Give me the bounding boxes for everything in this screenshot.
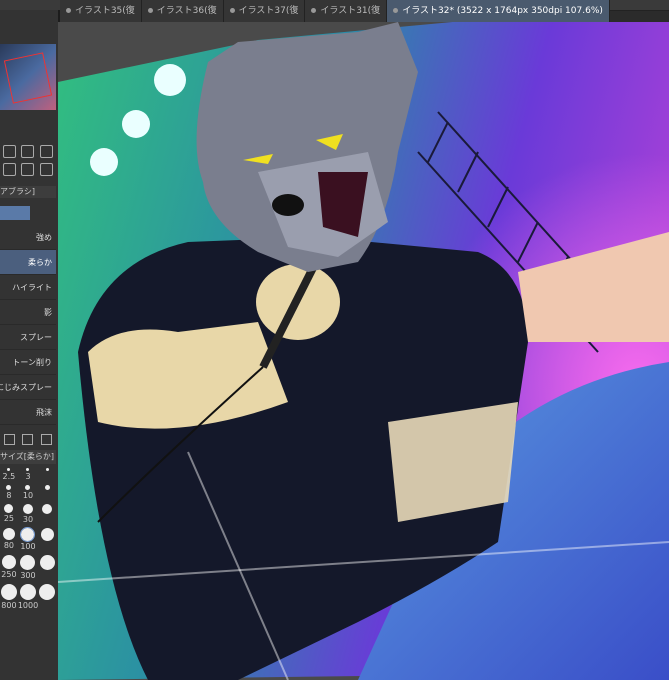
subtool-label: 強め	[36, 232, 52, 242]
subtool-item[interactable]: トーン削り	[0, 350, 56, 375]
brush-size-option[interactable]: 300	[18, 555, 38, 580]
flip-horizontal-icon[interactable]	[21, 162, 35, 176]
brush-size-preview	[0, 584, 17, 600]
brush-size-preview	[26, 468, 30, 471]
tab-label: イラスト32* (3522 x 1764px 350dpi 107.6%)	[402, 6, 603, 16]
rotate-reset-icon[interactable]	[2, 162, 16, 176]
subtool-label: にじみスプレー	[0, 382, 52, 392]
brush-size-label: 2.5	[2, 472, 16, 481]
download-icon[interactable]	[3, 433, 15, 445]
fit-view-icon[interactable]	[21, 144, 35, 158]
brush-size-preview	[6, 485, 12, 490]
trash-icon[interactable]	[41, 433, 53, 445]
brush-size-preview	[2, 528, 15, 540]
flip-vertical-icon[interactable]	[40, 162, 54, 176]
left-panel: アブラシ] 強め 柔らか ハイライト 影 スプレー トーン削り にじみスプレー …	[0, 10, 60, 680]
tab-illust37[interactable]: イラスト37(復	[223, 0, 306, 22]
subtool-item[interactable]: 飛沫	[0, 400, 56, 425]
brush-size-label: 3	[25, 472, 31, 481]
brush-size-option[interactable]	[38, 485, 56, 500]
fullscreen-icon[interactable]	[40, 144, 54, 158]
brush-size-preview	[20, 555, 36, 570]
brush-size-label: 8	[6, 491, 12, 500]
subtool-item[interactable]: ハイライト	[0, 275, 56, 300]
brush-size-preview	[44, 485, 50, 490]
brush-size-option[interactable]: 100	[18, 527, 38, 551]
subtool-label: トーン削り	[12, 357, 52, 367]
brush-size-preview	[1, 555, 16, 569]
tab-label: イラスト31(復	[320, 6, 381, 16]
brush-size-option[interactable]: 30	[18, 504, 38, 524]
brush-size-grid: 2.5 3 8 10 25 30 80 100 250 300 800 1000	[0, 468, 56, 610]
brush-size-option[interactable]	[38, 584, 56, 610]
navigator-frame[interactable]	[3, 52, 53, 104]
brush-size-label: 100	[20, 542, 36, 551]
navigator-controls	[0, 142, 56, 178]
subtool-label: 飛沫	[36, 407, 52, 417]
brush-size-preview	[7, 468, 11, 471]
subtool-label: 柔らか	[28, 257, 52, 267]
brush-size-preview	[22, 504, 33, 514]
subtool-item[interactable]: スプレー	[0, 325, 56, 350]
subtool-list: 強め 柔らか ハイライト 影 スプレー トーン削り にじみスプレー 飛沫	[0, 225, 56, 425]
subtool-item[interactable]: 柔らか	[0, 250, 56, 275]
brush-size-label: 300	[20, 571, 36, 580]
brush-size-option[interactable]: 1000	[18, 584, 38, 610]
subtool-label: スプレー	[20, 332, 52, 342]
subtool-item[interactable]: 強め	[0, 225, 56, 250]
tab-illust36[interactable]: イラスト36(復	[141, 0, 224, 22]
document-tabs: イラスト35(復 イラスト36(復 イラスト37(復 イラスト31(復 イラスト…	[60, 0, 610, 22]
brush-size-label: 25	[3, 514, 14, 523]
brush-size-preview	[39, 555, 55, 570]
tab-illust35[interactable]: イラスト35(復	[60, 0, 142, 22]
brush-size-option[interactable]: 80	[0, 528, 18, 551]
brush-size-option[interactable]: 25	[0, 504, 18, 524]
brush-size-option[interactable]: 250	[0, 555, 18, 580]
subtool-group-tab[interactable]	[0, 206, 30, 220]
brush-size-header: サイズ[柔らか]	[0, 450, 56, 464]
subtool-label: ハイライト	[12, 282, 52, 292]
brush-size-preview	[20, 527, 36, 542]
brush-size-option[interactable]: 8	[0, 485, 18, 500]
subtool-panel-buttons	[0, 430, 56, 448]
tab-illust32[interactable]: イラスト32* (3522 x 1764px 350dpi 107.6%)	[387, 0, 610, 22]
subtool-item[interactable]: 影	[0, 300, 56, 325]
brush-size-label: 10	[22, 491, 34, 500]
brush-size-option[interactable]	[38, 504, 56, 524]
nose	[272, 194, 304, 216]
navigator-thumbnail[interactable]	[0, 44, 56, 110]
brush-size-label: 250	[1, 570, 17, 579]
brush-size-label: 80	[3, 541, 14, 550]
brush-size-label: 800	[1, 601, 17, 610]
brush-size-label: 30	[22, 515, 34, 524]
brush-size-option[interactable]: 800	[0, 584, 18, 610]
brush-size-preview	[19, 584, 36, 600]
brush-size-preview	[25, 485, 31, 490]
brush-size-option[interactable]	[38, 468, 56, 481]
duplicate-icon[interactable]	[22, 433, 34, 445]
canvas-area[interactable]	[58, 22, 669, 680]
brush-size-preview	[42, 504, 53, 514]
brush-size-preview	[45, 468, 49, 471]
tab-label: イラスト37(復	[238, 6, 299, 16]
brush-size-option[interactable]: 2.5	[0, 468, 18, 481]
tab-label: イラスト36(復	[156, 6, 217, 16]
brush-size-option[interactable]: 3	[18, 468, 38, 481]
subtool-label: 影	[44, 307, 52, 317]
brush-size-label: 1000	[17, 601, 39, 610]
brush-size-preview	[4, 504, 14, 513]
artwork	[58, 22, 669, 680]
brush-size-option[interactable]: 10	[18, 485, 38, 500]
tab-label: イラスト35(復	[75, 6, 135, 16]
subtool-item[interactable]: にじみスプレー	[0, 375, 56, 400]
brush-size-option[interactable]	[38, 555, 56, 580]
tab-illust31[interactable]: イラスト31(復	[305, 0, 388, 22]
zoom-reset-icon[interactable]	[2, 144, 16, 158]
brush-size-preview	[39, 584, 56, 600]
brush-size-option[interactable]	[38, 528, 56, 551]
brush-size-preview	[40, 528, 54, 541]
subtool-header: アブラシ]	[0, 186, 56, 198]
